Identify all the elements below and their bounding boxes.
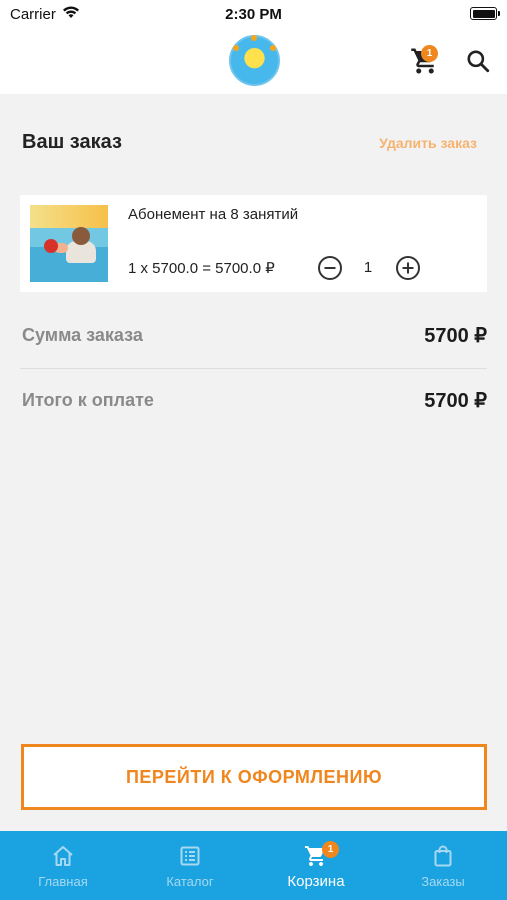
item-image (30, 205, 108, 282)
subtotal-label: Сумма заказа (22, 325, 143, 345)
status-time: 2:30 PM (225, 6, 282, 23)
app-header: 1 (0, 28, 507, 94)
tab-catalog[interactable]: Каталог (127, 831, 253, 900)
delete-order-button[interactable]: Удалить заказ (379, 135, 477, 151)
tab-home[interactable]: Главная (0, 831, 126, 900)
item-name: Абонемент на 8 занятий (128, 206, 299, 223)
bag-icon (434, 845, 452, 867)
tab-cart[interactable]: 1 Корзина (253, 831, 379, 900)
total-value: 5700 ₽ (424, 390, 487, 412)
catalog-icon (180, 846, 200, 866)
quantity-value: 1 (363, 259, 373, 276)
cart-item: Абонемент на 8 занятий 1 x 5700.0 = 5700… (20, 195, 487, 292)
home-icon (53, 846, 73, 866)
tab-bar: Главная Каталог 1 Корзина Заказы (0, 831, 507, 900)
tab-label: Заказы (421, 874, 465, 889)
search-icon[interactable] (465, 48, 491, 74)
page-title: Ваш заказ (22, 131, 122, 153)
status-bar: Carrier 2:30 PM (0, 0, 507, 28)
divider (20, 368, 487, 369)
tab-label: Корзина (287, 873, 345, 890)
tab-label: Каталог (166, 874, 214, 889)
item-price-calc: 1 x 5700.0 = 5700.0 ₽ (128, 260, 275, 277)
tab-orders[interactable]: Заказы (380, 831, 506, 900)
checkout-button[interactable]: ПЕРЕЙТИ К ОФОРМЛЕНИЮ (21, 744, 487, 810)
plus-circle-icon[interactable] (395, 255, 421, 281)
logo-sun-icon[interactable] (229, 35, 280, 86)
subtotal-row: Сумма заказа 5700 ₽ (20, 305, 487, 369)
tab-label: Главная (38, 874, 88, 889)
battery-icon (470, 7, 500, 20)
total-label: Итого к оплате (22, 390, 154, 410)
total-row: Итого к оплате 5700 ₽ (20, 370, 487, 434)
cart-badge: 1 (421, 45, 438, 62)
minus-circle-icon[interactable] (317, 255, 343, 281)
cart-tab-badge: 1 (322, 841, 339, 858)
subtotal-value: 5700 ₽ (424, 325, 487, 347)
